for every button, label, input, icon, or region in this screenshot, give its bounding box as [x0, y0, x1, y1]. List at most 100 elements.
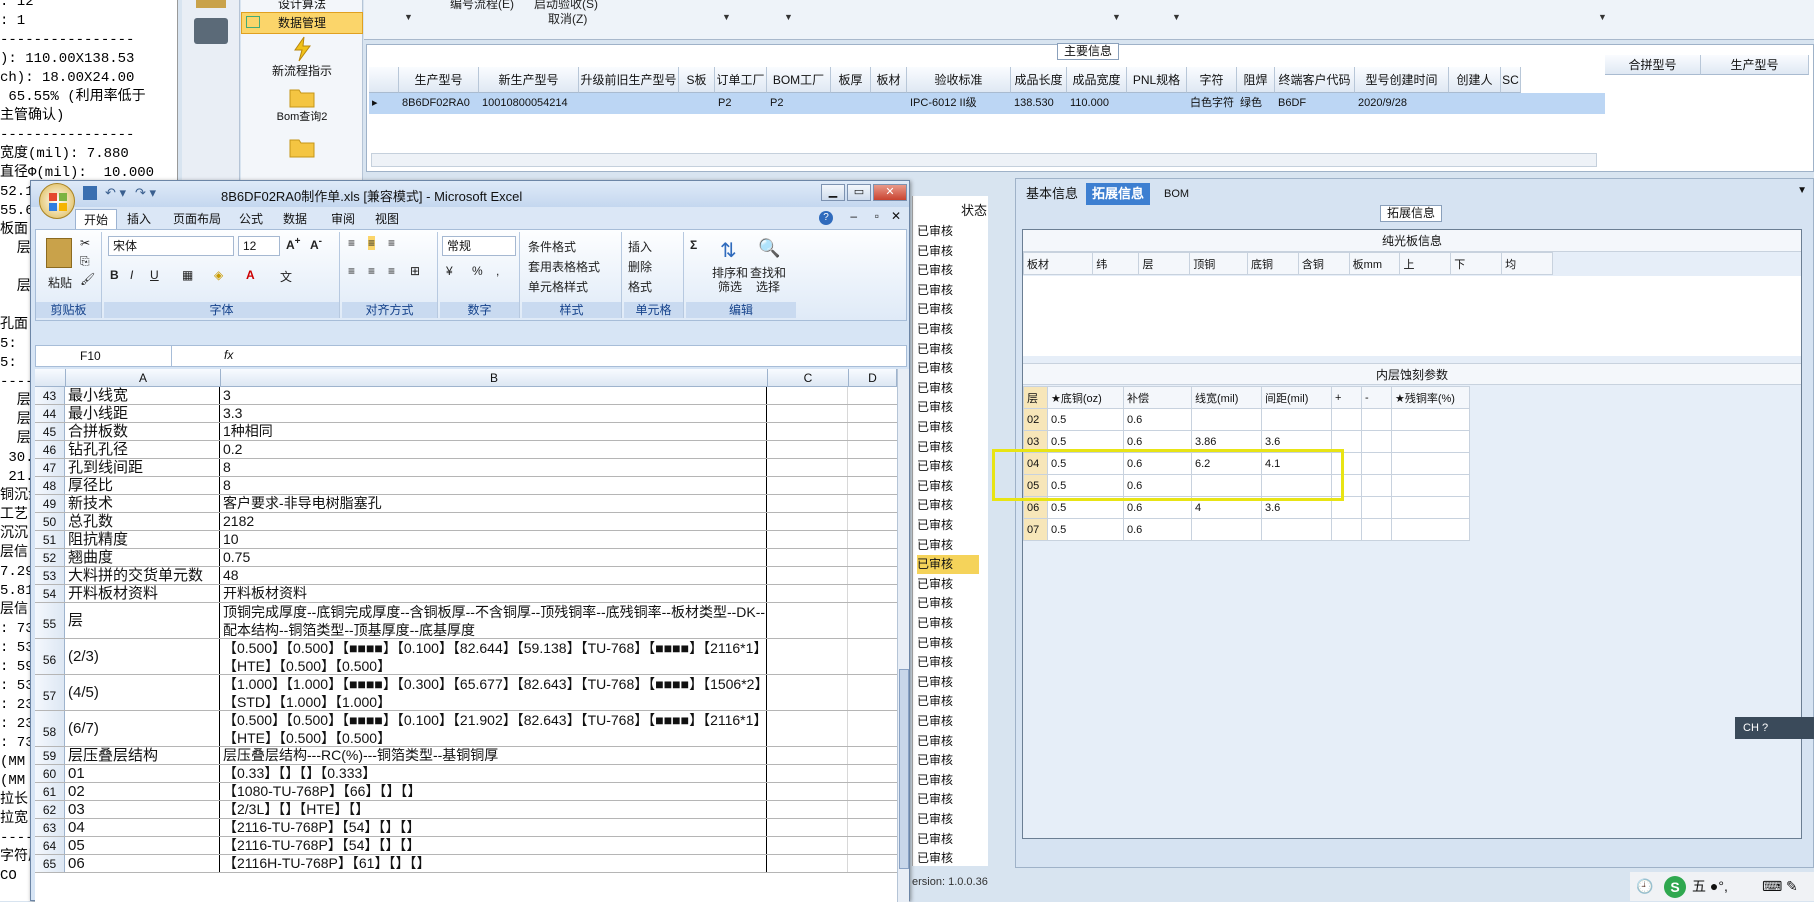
cell-b[interactable]: 48: [221, 567, 767, 584]
nav-item-design[interactable]: 设计算法: [241, 0, 363, 12]
tab-basic-info[interactable]: 基本信息: [1020, 183, 1084, 205]
column-header[interactable]: PNL规格: [1127, 67, 1187, 93]
row-number[interactable]: 62: [35, 801, 65, 818]
cell-d[interactable]: [849, 567, 897, 584]
fill-color-icon[interactable]: ◈: [214, 268, 223, 282]
spreadsheet-row[interactable]: 55 层顶铜完成厚度--底铜完成厚度--含铜板厚--不含铜厚--顶残铜率--底残铜…: [35, 603, 897, 639]
status-item[interactable]: 已审核: [917, 320, 979, 339]
cell-a[interactable]: (2/3): [66, 639, 220, 674]
table-cell[interactable]: [831, 93, 871, 114]
table-cell[interactable]: [1501, 93, 1521, 114]
undo-icon[interactable]: ↶ ▾: [105, 185, 126, 201]
cell-d[interactable]: [849, 837, 897, 854]
status-item[interactable]: 已审核: [917, 830, 979, 849]
cell-c[interactable]: [768, 423, 848, 440]
cell-a[interactable]: 厚径比: [66, 477, 220, 494]
spreadsheet-row[interactable]: 58 (6/7) 【0.500】【0.500】【■■■■】【0.100】【21.90…: [35, 711, 897, 747]
cell-a[interactable]: 05: [66, 837, 220, 854]
column-header[interactable]: 阻焊: [1237, 67, 1275, 93]
align-bottom-icon[interactable]: ≡: [388, 236, 395, 250]
keyboard-icon[interactable]: ⌨: [1762, 872, 1782, 901]
cell-b[interactable]: 【2116H-TU-768P】【61】【】【】: [221, 855, 767, 872]
row-number[interactable]: 61: [35, 783, 65, 800]
cell-b[interactable]: 【0.500】【0.500】【■■■■】【0.100】【21.902】【82.6…: [221, 711, 767, 746]
table-cell[interactable]: [1331, 518, 1362, 541]
row-number[interactable]: 44: [35, 405, 65, 422]
ribbon-tab[interactable]: 公式: [231, 209, 271, 229]
table-cell[interactable]: [1331, 408, 1362, 431]
cell-b[interactable]: 0.75: [221, 549, 767, 566]
column-header[interactable]: 板厚: [831, 67, 871, 93]
spreadsheet-row[interactable]: 43 最小线宽 3: [35, 387, 897, 405]
column-header[interactable]: BOM工厂: [767, 67, 831, 93]
help-icon[interactable]: ?: [819, 211, 833, 225]
column-header[interactable]: 验收标准: [907, 67, 1011, 93]
cell-c[interactable]: [768, 459, 848, 476]
spreadsheet-row[interactable]: 48 厚径比 8: [35, 477, 897, 495]
sum-icon[interactable]: Σ: [690, 238, 697, 252]
spreadsheet-row[interactable]: 60 01 【0.33】【】【】【0.333】: [35, 765, 897, 783]
status-item[interactable]: 已审核: [917, 849, 979, 868]
format-cells-button[interactable]: 格式: [628, 278, 652, 295]
grid-corner[interactable]: [369, 67, 399, 93]
spreadsheet-row[interactable]: 51 阻抗精度 10: [35, 531, 897, 549]
cell-d[interactable]: [849, 495, 897, 512]
status-item[interactable]: 已审核: [917, 379, 979, 398]
status-item[interactable]: 已审核: [917, 653, 979, 672]
cell-d[interactable]: [849, 747, 897, 764]
paste-button[interactable]: 粘贴: [48, 274, 72, 291]
nav-item-data-management[interactable]: 数据管理: [241, 12, 363, 34]
cell-b[interactable]: 【2/3L】【】【HTE】【】: [221, 801, 767, 818]
cell-b[interactable]: 【1.000】【1.000】【■■■■】【0.300】【65.677】【82.6…: [221, 675, 767, 710]
align-center-icon[interactable]: ≡: [368, 264, 375, 278]
cell-b[interactable]: 【1080-TU-768P】【66】【】【】: [221, 783, 767, 800]
close-button[interactable]: ✕: [873, 184, 907, 201]
table-cell[interactable]: [1449, 93, 1501, 114]
column-header[interactable]: 升级前旧生产型号: [579, 67, 679, 93]
row-number[interactable]: 43: [35, 387, 65, 404]
clock-icon[interactable]: 🕘: [1636, 872, 1653, 901]
font-name-select[interactable]: 宋体: [108, 236, 234, 256]
row-number[interactable]: 53: [35, 567, 65, 584]
cell-d[interactable]: [849, 783, 897, 800]
column-header-d[interactable]: D: [849, 369, 897, 387]
cell-c[interactable]: [768, 675, 848, 710]
cell-c[interactable]: [768, 405, 848, 422]
table-cell[interactable]: [1361, 474, 1392, 497]
status-item[interactable]: 已审核: [917, 457, 979, 476]
cell-d[interactable]: [849, 855, 897, 872]
table-cell[interactable]: 绿色: [1237, 93, 1275, 114]
row-number[interactable]: 59: [35, 747, 65, 764]
table-cell[interactable]: 0.5: [1047, 408, 1124, 431]
cell-c[interactable]: [768, 639, 848, 674]
column-header-c[interactable]: C: [768, 369, 849, 387]
format-painter-icon[interactable]: 🖌: [80, 272, 95, 286]
cell-b[interactable]: 0.2: [221, 441, 767, 458]
chevron-down-icon[interactable]: ▼: [722, 12, 731, 22]
cell-c[interactable]: [768, 603, 848, 638]
row-number[interactable]: 52: [35, 549, 65, 566]
cell-a[interactable]: 钻孔孔径: [66, 441, 220, 458]
spreadsheet-grid[interactable]: A B C D 43 最小线宽 3 44 最小线距 3.3 45 合拼板数 1种相同 46 钻孔孔径…: [35, 369, 897, 902]
status-item[interactable]: 已审核: [917, 477, 979, 496]
status-item[interactable]: 已审核: [917, 222, 979, 241]
table-cell[interactable]: B6DF: [1275, 93, 1355, 114]
row-number[interactable]: 65: [35, 855, 65, 872]
find-select-button[interactable]: 查找和 选择: [750, 266, 786, 294]
status-item[interactable]: 已审核: [917, 790, 979, 809]
side-column-header[interactable]: 合拼型号: [1605, 55, 1701, 75]
column-header[interactable]: 板材: [871, 67, 907, 93]
row-number[interactable]: 58: [35, 711, 65, 746]
nav-item-bom-query[interactable]: Bom查询2: [241, 86, 363, 134]
spreadsheet-row[interactable]: 52 翘曲度 0.75: [35, 549, 897, 567]
status-item[interactable]: 已审核: [917, 242, 979, 261]
cell-a[interactable]: 01: [66, 765, 220, 782]
cell-c[interactable]: [768, 837, 848, 854]
cancel-menu[interactable]: 取消(Z): [548, 10, 587, 27]
status-item[interactable]: 已审核: [917, 771, 979, 790]
cell-d[interactable]: [849, 603, 897, 638]
cell-d[interactable]: [849, 441, 897, 458]
row-number[interactable]: 50: [35, 513, 65, 530]
ime-indicator[interactable]: CH ?: [1735, 717, 1814, 739]
table-cell[interactable]: 8B6DF02RA0: [399, 93, 479, 114]
